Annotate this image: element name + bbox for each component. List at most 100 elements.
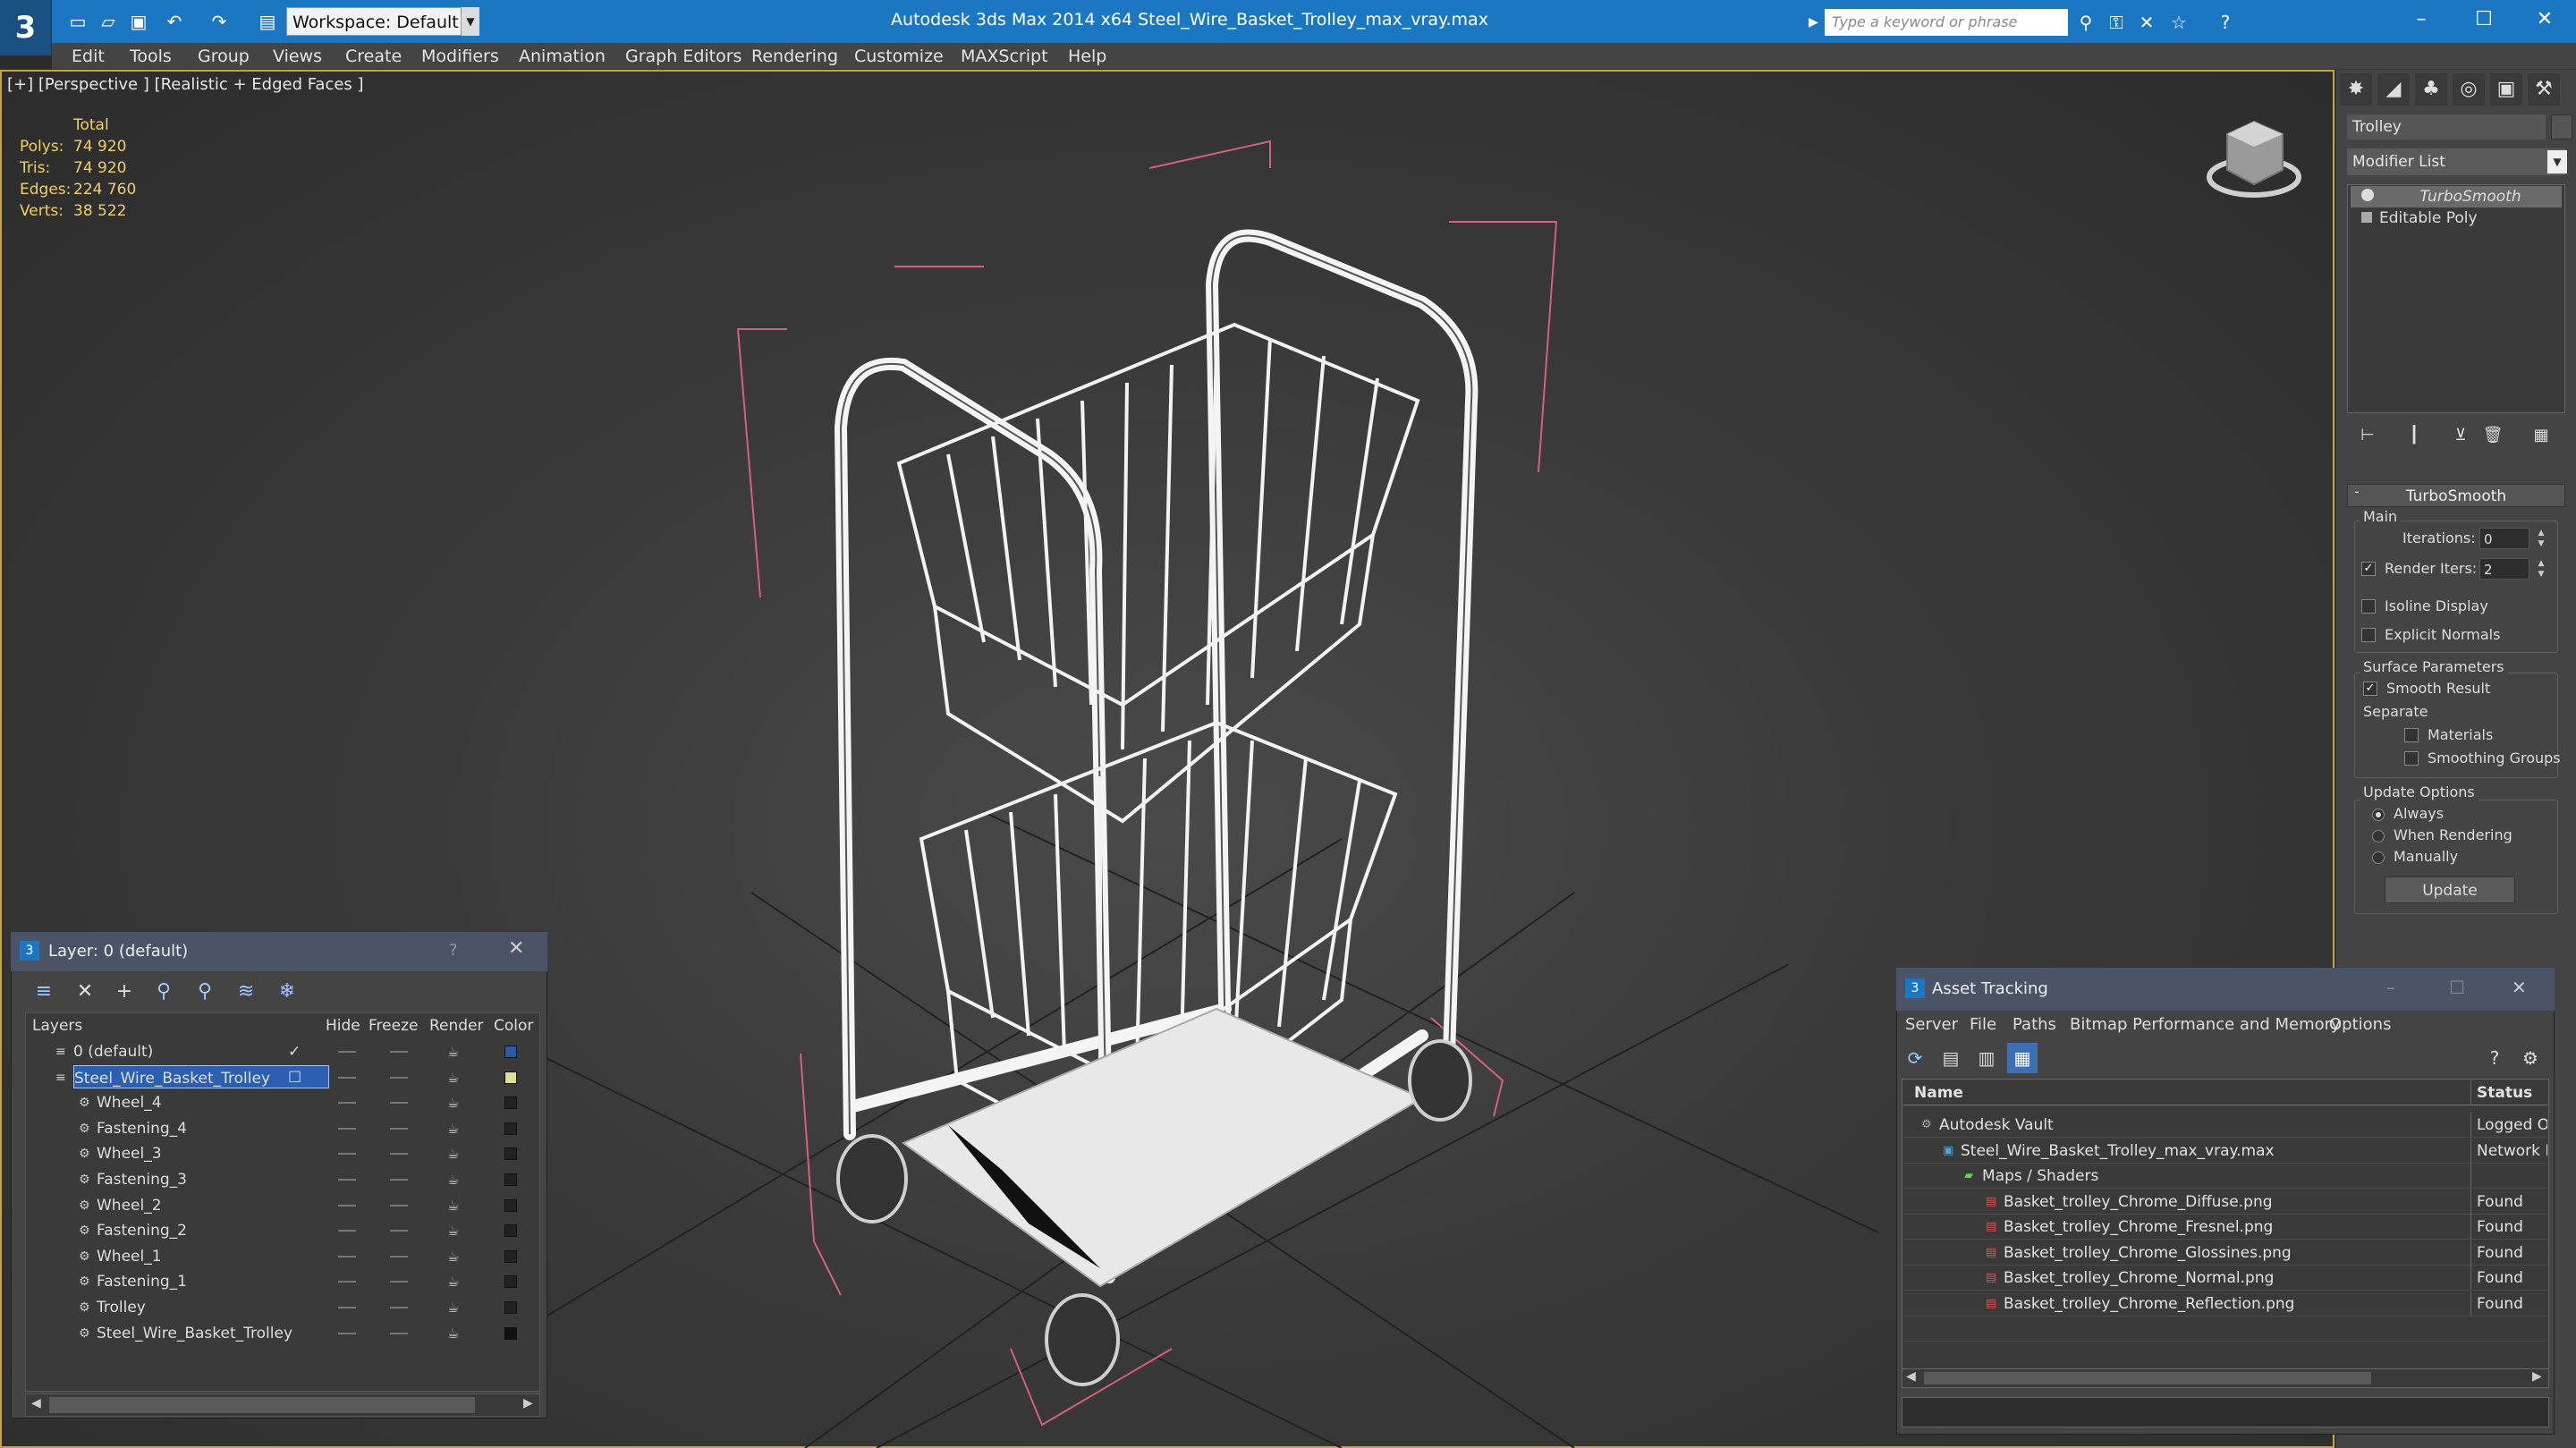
communication-icon[interactable]: ✕ xyxy=(2132,9,2161,36)
scrollbar-thumb[interactable] xyxy=(1924,1372,2371,1384)
spinner-arrows-icon[interactable]: ▲ ▼ xyxy=(2535,528,2547,549)
render-teapot-icon[interactable]: ☕ xyxy=(447,1090,459,1115)
close-icon[interactable]: ✕ xyxy=(508,937,524,960)
asset-path-field[interactable] xyxy=(1902,1397,2549,1427)
object-color-swatch[interactable] xyxy=(2551,114,2572,140)
minimize-icon[interactable]: – xyxy=(2390,0,2453,39)
render-teapot-icon[interactable]: ☕ xyxy=(447,1218,459,1243)
update-when-rendering-radio[interactable] xyxy=(2372,830,2385,843)
menu-server[interactable]: Server xyxy=(1905,1012,1958,1037)
layer-color-swatch[interactable] xyxy=(504,1071,517,1084)
pin-stack-icon[interactable]: ⊢ xyxy=(2354,422,2381,449)
hide-toggle[interactable] xyxy=(338,1102,356,1105)
layer-horizontal-scrollbar[interactable]: ◀ ▶ xyxy=(25,1393,540,1417)
hierarchy-tab-icon[interactable]: ♣ xyxy=(2415,73,2447,106)
help-icon[interactable]: ? xyxy=(2211,9,2240,36)
iterations-spinner[interactable]: 0 xyxy=(2479,528,2529,549)
render-teapot-icon[interactable]: ☕ xyxy=(447,1321,459,1346)
workspace-dropdown-arrow-icon[interactable]: ▼ xyxy=(462,7,479,36)
refresh-icon[interactable]: ⟳ xyxy=(1900,1043,1930,1073)
menu-group[interactable]: Group xyxy=(198,43,250,70)
layer-row[interactable]: ⚙ Fastening_4 ☕ xyxy=(27,1116,538,1141)
update-always-radio[interactable] xyxy=(2372,809,2385,821)
stack-item-editable-poly[interactable]: Editable Poly xyxy=(2351,207,2562,229)
update-manually-radio[interactable] xyxy=(2372,851,2385,864)
layer-row[interactable]: ⚙ Wheel_1 ☕ xyxy=(27,1244,538,1269)
asset-row[interactable]: ▤ Basket_trolley_Chrome_Normal.png xyxy=(1903,1266,2547,1291)
scroll-right-icon[interactable]: ▶ xyxy=(523,1396,533,1410)
layer-color-swatch[interactable] xyxy=(504,1122,517,1135)
modify-tab-icon[interactable]: ◢ xyxy=(2377,73,2410,106)
new-file-icon[interactable]: ▭ xyxy=(64,9,91,34)
object-name-field[interactable]: Trolley xyxy=(2347,114,2546,140)
freeze-toggle[interactable] xyxy=(390,1179,408,1181)
menu-create[interactable]: Create xyxy=(345,43,402,70)
asset-row[interactable]: ▤ Basket_trolley_Chrome_Glossines.png xyxy=(1903,1241,2547,1266)
workspace-dropdown[interactable]: Workspace: Default xyxy=(286,7,462,36)
explicit-normals-checkbox[interactable] xyxy=(2361,628,2376,642)
hide-toggle[interactable] xyxy=(338,1051,356,1053)
layer-row[interactable]: ⚙ Wheel_4 ☕ xyxy=(27,1090,538,1115)
layer-color-swatch[interactable] xyxy=(504,1224,517,1238)
stack-item-turbosmooth[interactable]: TurboSmooth xyxy=(2351,186,2562,207)
materials-checkbox[interactable] xyxy=(2404,728,2419,742)
asset-row[interactable]: ⚙ Autodesk Vault xyxy=(1903,1113,2547,1138)
maximize-icon[interactable]: ☐ xyxy=(2449,977,2465,998)
smooth-result-checkbox[interactable]: ✓ xyxy=(2363,682,2377,696)
create-tab-icon[interactable]: ✸ xyxy=(2340,73,2372,106)
hide-toggle[interactable] xyxy=(338,1255,356,1257)
menu-tools[interactable]: Tools xyxy=(130,43,172,70)
active-layer-checkmark-icon[interactable]: ✓ xyxy=(288,1039,301,1064)
menu-animation[interactable]: Animation xyxy=(519,43,606,70)
layer-help-button[interactable]: ? xyxy=(449,941,458,960)
layer-color-swatch[interactable] xyxy=(504,1326,517,1340)
menu-help[interactable]: Help xyxy=(1068,43,1106,70)
render-teapot-icon[interactable]: ☕ xyxy=(447,1244,459,1269)
layer-row[interactable]: ⚙ Fastening_1 ☕ xyxy=(27,1269,538,1294)
table-view-icon[interactable]: ▦ xyxy=(2007,1043,2038,1073)
layer-color-swatch[interactable] xyxy=(504,1173,517,1186)
display-tab-icon[interactable]: ▣ xyxy=(2490,73,2522,106)
smoothing-groups-checkbox[interactable] xyxy=(2404,751,2419,766)
add-to-layer-icon[interactable]: + xyxy=(109,977,140,1007)
hide-toggle[interactable] xyxy=(338,1230,356,1232)
layer-name[interactable]: Fastening_1 xyxy=(97,1269,192,1292)
menu-bitmap-performance[interactable]: Bitmap Performance and Memory xyxy=(2070,1012,2341,1037)
render-teapot-icon[interactable]: ☕ xyxy=(447,1269,459,1294)
freeze-toggle[interactable] xyxy=(390,1307,408,1308)
hide-toggle[interactable] xyxy=(338,1179,356,1181)
asset-row[interactable]: ▰ Maps / Shaders xyxy=(1903,1164,2547,1189)
menu-rendering[interactable]: Rendering xyxy=(751,43,838,70)
menu-modifiers[interactable]: Modifiers xyxy=(421,43,499,70)
layer-row[interactable]: ≡ Steel_Wire_Basket_Trolley ☐ ☕ xyxy=(27,1064,538,1090)
asset-row[interactable]: ▤ Basket_trolley_Chrome_Reflection.png xyxy=(1903,1291,2547,1317)
render-teapot-icon[interactable]: ☕ xyxy=(447,1167,459,1192)
column-header-layers[interactable]: Layers xyxy=(32,1014,82,1037)
highlight-selected-icon[interactable]: ⚲ xyxy=(190,977,220,1007)
layer-row[interactable]: ⚙ Trolley ☕ xyxy=(27,1295,538,1320)
layer-name[interactable]: Wheel_4 xyxy=(97,1090,167,1114)
search-input[interactable]: Type a keyword or phrase xyxy=(1825,9,2068,36)
hide-toggle[interactable] xyxy=(338,1076,356,1079)
undo-icon[interactable]: ↶ xyxy=(161,9,188,34)
menu-maxscript[interactable]: MAXScript xyxy=(961,43,1048,70)
update-button[interactable]: Update xyxy=(2385,876,2515,903)
render-teapot-icon[interactable]: ☕ xyxy=(447,1116,459,1141)
lightbulb-icon[interactable] xyxy=(2361,189,2374,201)
project-folder-icon[interactable]: ▤ xyxy=(254,9,281,34)
app-menu-button[interactable]: 3 xyxy=(0,0,52,55)
save-file-icon[interactable]: ▣ xyxy=(125,9,152,34)
scroll-left-icon[interactable]: ◀ xyxy=(31,1396,41,1410)
asset-header-status[interactable]: Status xyxy=(2470,1080,2547,1105)
layer-name[interactable]: 0 (default) xyxy=(73,1039,158,1063)
layer-name[interactable]: Fastening_4 xyxy=(97,1116,192,1139)
render-teapot-icon[interactable]: ☕ xyxy=(447,1141,459,1166)
menu-options[interactable]: Options xyxy=(2329,1012,2391,1037)
render-teapot-icon[interactable]: ☕ xyxy=(447,1039,459,1064)
asset-horizontal-scrollbar[interactable]: ◀ ▶ xyxy=(1902,1368,2549,1388)
render-teapot-icon[interactable]: ☕ xyxy=(447,1193,459,1218)
show-end-result-icon[interactable]: ┃ xyxy=(2401,422,2428,449)
layer-row[interactable]: ⚙ Steel_Wire_Basket_Trolley ☕ xyxy=(27,1321,538,1346)
turbosmooth-rollout-header[interactable]: TurboSmooth xyxy=(2347,484,2565,507)
menu-paths[interactable]: Paths xyxy=(2012,1012,2056,1037)
